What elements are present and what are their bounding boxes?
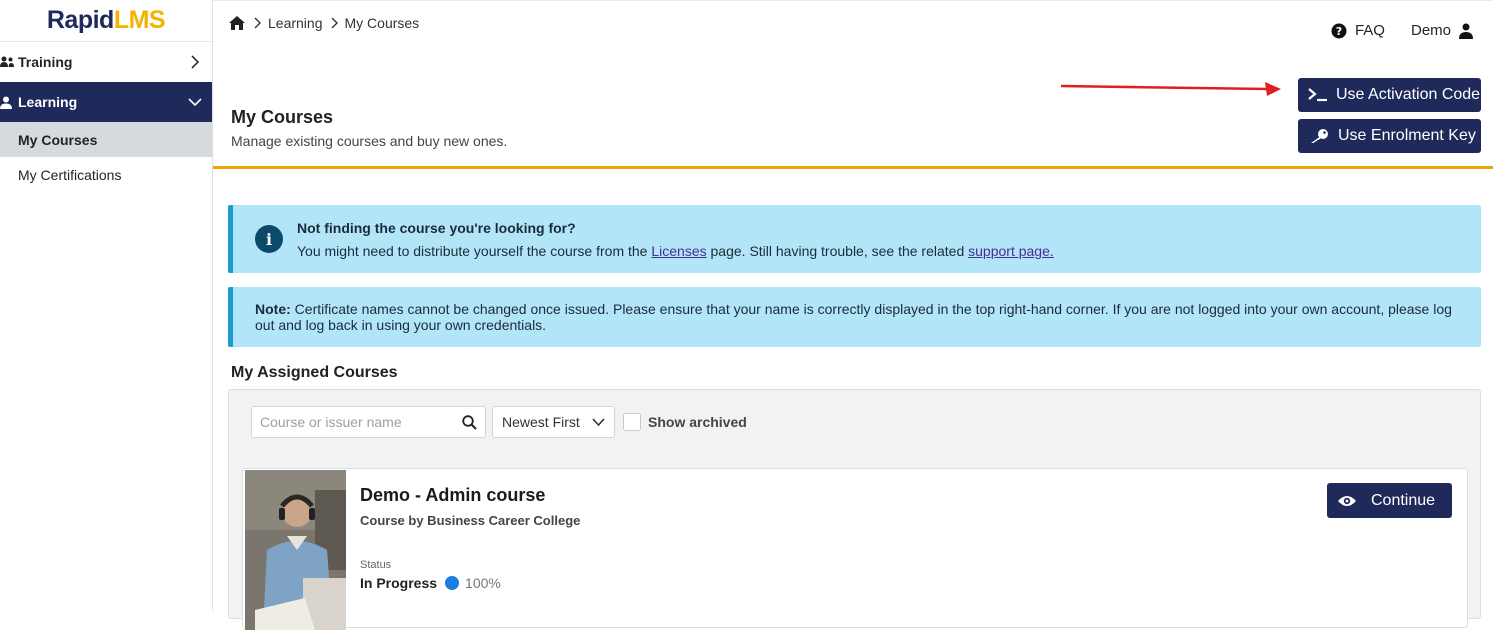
note-label: Note: [255, 301, 291, 317]
question-circle-icon: ? [1331, 23, 1347, 38]
sidebar-subitem-my-courses[interactable]: My Courses [0, 122, 212, 157]
course-title: Demo - Admin course [360, 485, 546, 505]
logo-text-lms: LMS [113, 6, 166, 34]
eye-icon [1338, 495, 1356, 506]
info-alert: i Not finding the course you're looking … [228, 205, 1481, 273]
sidebar-item-label: Learning [18, 94, 78, 110]
key-icon [1311, 129, 1328, 143]
search-box [251, 406, 486, 438]
info-alert-title: Not finding the course you're looking fo… [297, 220, 576, 236]
sidebar-subitem-my-certifications[interactable]: My Certifications [0, 157, 212, 192]
user-icon [0, 96, 18, 109]
use-activation-code-button[interactable]: Use Activation Code [1298, 78, 1481, 112]
button-label: Use Activation Code [1336, 86, 1481, 103]
sidebar-item-learning[interactable]: Learning [0, 82, 212, 122]
chevron-down-icon [592, 418, 605, 427]
show-archived-checkbox[interactable] [623, 413, 641, 431]
button-label: Continue [1371, 491, 1436, 509]
note-text: Certificate names cannot be changed once… [255, 301, 1452, 333]
breadcrumb-my-courses: My Courses [344, 15, 420, 31]
logo[interactable]: Rapid LMS [0, 0, 212, 42]
annotation-arrow [1060, 82, 1281, 96]
logo-text-rapid: Rapid [46, 6, 114, 34]
status-row: In Progress 100% [360, 575, 501, 591]
faq-link[interactable]: ? FAQ [1331, 22, 1385, 39]
header-divider [213, 166, 1493, 169]
search-icon[interactable] [462, 415, 477, 430]
sort-value: Newest First [502, 414, 580, 430]
top-right-menu: ? FAQ Demo [1331, 22, 1473, 39]
svg-text:?: ? [1336, 25, 1342, 38]
show-archived-toggle[interactable]: Show archived [623, 413, 747, 431]
info-text-part: page. Still having trouble, see the rela… [706, 243, 969, 259]
users-icon [0, 56, 18, 68]
button-label: Use Enrolment Key [1338, 127, 1476, 144]
course-card: Demo - Admin course Course by Business C… [242, 468, 1468, 630]
progress-percent: 100% [465, 575, 501, 591]
sidebar-item-label: Training [18, 54, 73, 70]
info-alert-text: You might need to distribute yourself th… [297, 243, 1054, 259]
home-icon[interactable] [228, 15, 246, 31]
breadcrumb-learning[interactable]: Learning [268, 15, 323, 31]
section-title-assigned-courses: My Assigned Courses [231, 364, 398, 381]
course-thumbnail [245, 470, 346, 630]
progress-dot-icon [445, 576, 460, 590]
chevron-right-icon [254, 17, 261, 29]
sort-select[interactable]: Newest First [492, 406, 615, 438]
breadcrumb: Learning My Courses [228, 15, 419, 31]
course-issuer: Course by Business Career College [360, 513, 581, 528]
user-name: Demo [1410, 22, 1451, 39]
info-icon: i [255, 225, 283, 253]
chevron-down-icon [188, 98, 202, 107]
info-text-part: You might need to distribute yourself th… [297, 243, 652, 259]
show-archived-label: Show archived [648, 414, 747, 430]
chevron-right-icon [331, 17, 338, 29]
user-menu[interactable]: Demo [1411, 22, 1473, 39]
search-input[interactable] [252, 407, 452, 437]
status-value: In Progress [360, 575, 438, 591]
chevron-right-icon [191, 55, 200, 69]
sidebar-item-training[interactable]: Training [0, 42, 212, 82]
page-subtitle: Manage existing courses and buy new ones… [231, 133, 508, 149]
continue-button[interactable]: Continue [1327, 483, 1452, 518]
main-content: Learning My Courses ? FAQ Demo My Course… [213, 0, 1493, 630]
user-icon [1459, 23, 1473, 39]
faq-label: FAQ [1354, 22, 1385, 39]
status-label: Status [360, 559, 392, 571]
page-title: My Courses [231, 107, 334, 127]
terminal-icon [1308, 88, 1327, 102]
sidebar: Rapid LMS Training Learning My Courses My… [0, 0, 213, 611]
licenses-link[interactable]: Licenses [651, 243, 706, 259]
assigned-courses-panel: Newest First Show archived [228, 389, 1481, 630]
support-page-link[interactable]: support page. [968, 243, 1054, 259]
use-enrolment-key-button[interactable]: Use Enrolment Key [1298, 119, 1481, 153]
note-alert: Note: Certificate names cannot be change… [228, 287, 1481, 347]
